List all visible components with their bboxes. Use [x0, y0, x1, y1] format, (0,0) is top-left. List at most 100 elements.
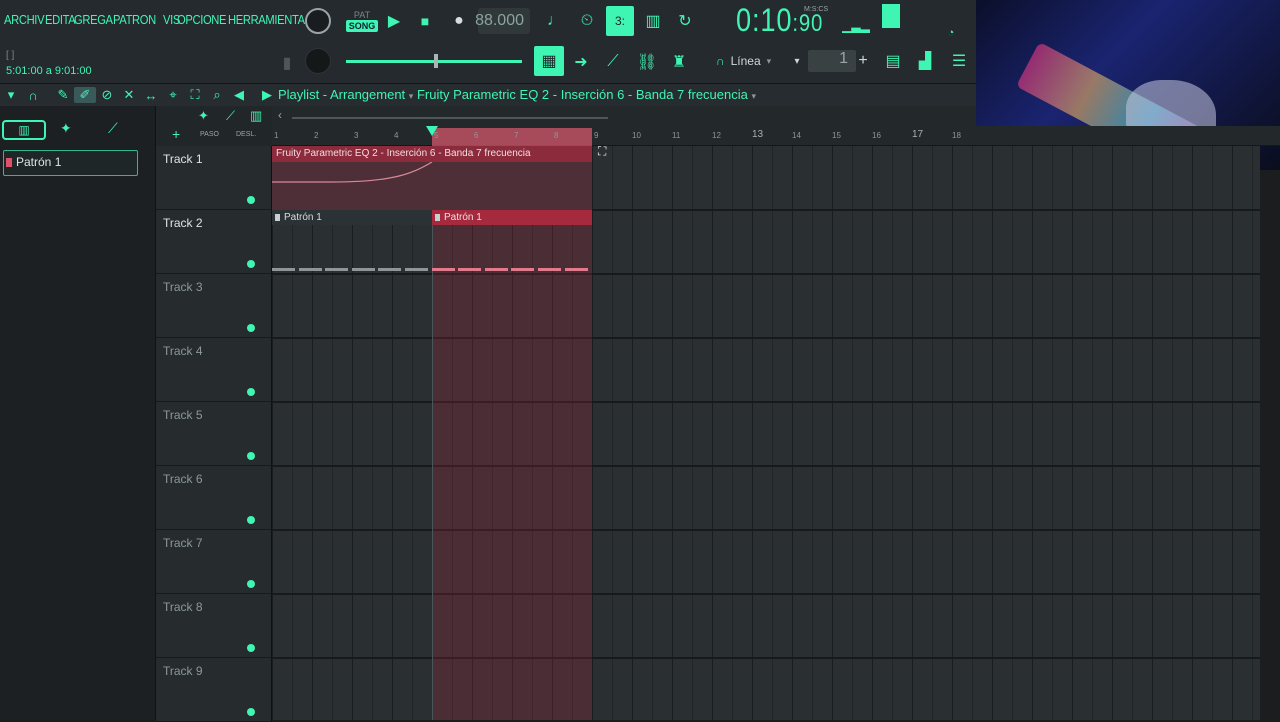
time-selection[interactable]: [432, 128, 592, 146]
slider-thumb[interactable]: [434, 54, 438, 68]
note-dash: [431, 268, 455, 271]
channel-rack-icon[interactable]: ▟: [912, 48, 938, 74]
mute-icon[interactable]: ✕: [118, 87, 140, 103]
playlist-title-bar[interactable]: ▶ Playlist - Arrangement ▾ Fruity Paramet…: [262, 84, 756, 106]
pattern-clip[interactable]: Patrón 1: [432, 210, 592, 274]
pattern-clip[interactable]: Patrón 1: [272, 210, 432, 274]
wait-record-icon[interactable]: ⏲: [574, 8, 600, 34]
play-button[interactable]: ▶: [384, 10, 404, 32]
menu-herramientas[interactable]: HERRAMIENTA: [228, 12, 305, 27]
scroll-thumb[interactable]: [292, 117, 608, 119]
step-edit-icon[interactable]: ▥: [640, 8, 666, 34]
track-enable-led[interactable]: [247, 708, 255, 716]
ruler-number: 13: [752, 129, 764, 140]
menu-archivo[interactable]: ARCHIV: [4, 12, 45, 27]
track-name: Track 8: [163, 600, 203, 614]
playlist-view-icon[interactable]: ▦: [534, 46, 564, 76]
track-enable-led[interactable]: [247, 324, 255, 332]
note-dash: [538, 268, 561, 271]
track-header[interactable]: Track 9: [156, 658, 272, 722]
menu-patron[interactable]: PATRON: [113, 12, 156, 27]
stop-button[interactable]: ■: [416, 10, 434, 32]
desl-label[interactable]: DESL.: [236, 131, 256, 138]
grid-vline: [812, 146, 813, 720]
pencil-icon[interactable]: ✎: [52, 87, 74, 103]
track-header[interactable]: Track 6: [156, 466, 272, 530]
track-header[interactable]: Track 4: [156, 338, 272, 402]
scroll-left-icon[interactable]: ‹: [278, 108, 282, 122]
select-icon[interactable]: ⛶: [184, 87, 206, 103]
track-name: Track 7: [163, 536, 203, 550]
automation-tab-icon[interactable]: ⟋: [108, 120, 128, 140]
grid-vline: [932, 146, 933, 720]
online-icon[interactable]: ◔: [944, 26, 958, 40]
delete-icon[interactable]: ⊘: [96, 87, 118, 103]
options-arrow-icon[interactable]: ▾: [0, 87, 22, 103]
master-pitch-knob[interactable]: [305, 48, 331, 74]
track-enable-led[interactable]: [247, 516, 255, 524]
automation-clip-icon[interactable]: ⟋: [226, 108, 235, 124]
menu-opciones[interactable]: OPCIONE: [177, 12, 226, 27]
track-enable-led[interactable]: [247, 644, 255, 652]
audio-tab-icon[interactable]: ✦: [60, 120, 80, 140]
track-header[interactable]: Track 7: [156, 530, 272, 594]
playlist-grid[interactable]: Fruity Parametric EQ 2 - Inserción 6 - B…: [272, 146, 1260, 720]
brush-icon[interactable]: ⟋: [600, 50, 626, 74]
track-header[interactable]: Track 3: [156, 274, 272, 338]
ruler-number: 10: [632, 131, 641, 140]
arrow-right-icon[interactable]: ➜: [568, 50, 594, 74]
slip-icon[interactable]: ↔: [140, 88, 162, 103]
grid-vline: [1172, 146, 1173, 720]
pattern-clip-icon[interactable]: ▥: [250, 108, 262, 124]
snap-select[interactable]: ∩ Línea ▾: [716, 52, 780, 70]
step-value-field[interactable]: 1: [808, 50, 856, 72]
track-name: Track 4: [163, 344, 203, 358]
menu-editar[interactable]: EDITA: [45, 12, 76, 27]
horizontal-scrollbar[interactable]: ‹: [272, 106, 976, 126]
patterns-tab-icon[interactable]: ▥: [2, 120, 46, 140]
track-header[interactable]: Track 5: [156, 402, 272, 466]
track-enable-led[interactable]: [247, 388, 255, 396]
note-dash: [298, 268, 322, 271]
time-main: 0:10: [736, 2, 793, 38]
playback-icon[interactable]: ◀: [228, 87, 250, 103]
plus-icon[interactable]: +: [856, 52, 870, 70]
timeline-ruler[interactable]: 1 2 3 4 5 6 7 8 9 10 11 12 13 14 15 16 1…: [272, 126, 1280, 146]
menu-agregar[interactable]: GREGA: [74, 12, 113, 27]
grid-vline: [972, 146, 973, 720]
audio-clip-icon[interactable]: ✦: [198, 108, 209, 124]
magnet-icon[interactable]: ∩: [22, 88, 44, 103]
stamp-icon[interactable]: ♜: [666, 50, 692, 74]
paso-label[interactable]: PASO: [200, 131, 219, 138]
mixer-icon[interactable]: ▤: [880, 48, 906, 74]
record-button[interactable]: ●: [450, 10, 468, 32]
track-header[interactable]: Track 2: [156, 210, 272, 274]
pattern-item[interactable]: Patrón 1: [3, 150, 138, 176]
zoom-icon[interactable]: ⌕: [206, 87, 228, 103]
master-slider[interactable]: [346, 54, 522, 68]
master-volume-knob[interactable]: [305, 8, 331, 34]
peak-meter-icon: [882, 4, 900, 28]
track-enable-led[interactable]: [247, 260, 255, 268]
metronome-icon[interactable]: ♩: [542, 8, 568, 34]
track-enable-led[interactable]: [247, 196, 255, 204]
link-icon[interactable]: ⛓: [634, 50, 660, 74]
track-enable-led[interactable]: [247, 580, 255, 588]
countdown-icon[interactable]: 3:: [606, 6, 634, 36]
grid-vline: [612, 146, 613, 720]
pat-song-toggle[interactable]: PAT SONG: [345, 6, 379, 36]
automation-clip[interactable]: Fruity Parametric EQ 2 - Inserción 6 - B…: [272, 146, 592, 210]
track-enable-led[interactable]: [247, 452, 255, 460]
grid-vline: [752, 146, 753, 720]
add-track-icon[interactable]: +: [172, 126, 180, 142]
slice-icon[interactable]: ⌖: [162, 87, 184, 103]
paint-icon[interactable]: ✐: [74, 87, 96, 103]
loop-record-icon[interactable]: ↻: [672, 8, 698, 34]
grid-hline: [272, 657, 1260, 659]
step-dropdown-icon[interactable]: ▾: [790, 52, 804, 70]
browser-icon[interactable]: ☰: [946, 48, 972, 74]
track-header[interactable]: Track 8: [156, 594, 272, 658]
ruler-number: 11: [672, 131, 681, 140]
tempo-display[interactable]: 88.000: [475, 8, 530, 34]
track-header[interactable]: Track 1: [156, 146, 272, 210]
